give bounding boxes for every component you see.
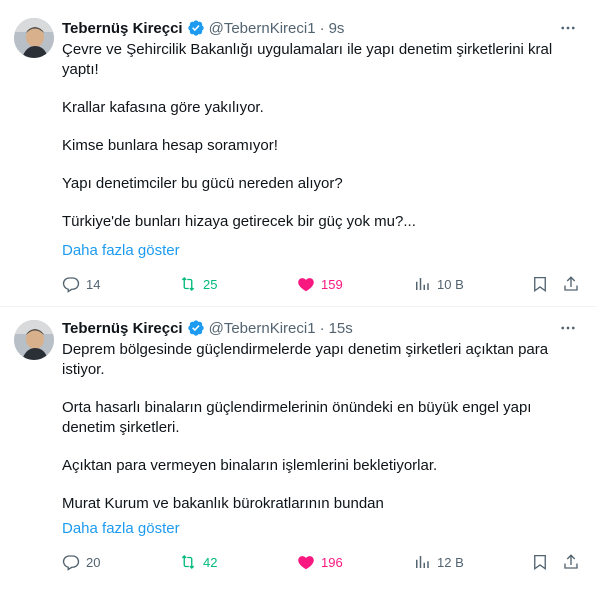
tweet-header: Tebernüş Kireçci @TebernKireci1 · 9s — [62, 18, 344, 38]
tweet[interactable]: Tebernüş Kireçci @TebernKireci1 · 9s Çev… — [0, 0, 596, 306]
verified-icon — [187, 319, 205, 337]
author-handle[interactable]: @TebernKireci1 — [209, 20, 316, 37]
bookmark-icon — [534, 554, 546, 571]
avatar[interactable] — [14, 18, 54, 58]
text-line: Krallar kafasına göre yakılıyor. — [62, 99, 264, 116]
text-line: Açıktan para vermeyen binaların işlemler… — [62, 457, 438, 474]
views-icon — [416, 556, 429, 568]
verified-icon — [187, 19, 205, 37]
views-button[interactable]: 12 B — [413, 552, 464, 572]
reply-count: 14 — [86, 276, 101, 292]
like-count: 196 — [321, 554, 343, 570]
tweet-text: Çevre ve Şehircilik Bakanlığı uygulamala… — [62, 40, 572, 232]
tweet-header: Tebernüş Kireçci @TebernKireci1 · 15s — [62, 318, 353, 338]
text-line: denetim şirketleri. — [62, 419, 180, 436]
text-line: Murat Kurum ve bakanlık bürokratlarının … — [62, 495, 384, 512]
retweet-button[interactable]: 25 — [179, 274, 217, 294]
text-line: Çevre ve Şehircilik Bakanlığı uygulamala… — [62, 41, 553, 58]
share-button[interactable] — [562, 552, 586, 572]
show-more-link[interactable]: Daha fazla göster — [62, 520, 180, 537]
views-icon — [416, 278, 429, 290]
author-name[interactable]: Tebernüş Kireçci — [62, 20, 183, 37]
bookmark-button[interactable] — [531, 552, 555, 572]
timestamp[interactable]: 9s — [329, 20, 345, 37]
retweet-count: 42 — [203, 554, 218, 570]
tweet-actions: 14 25 159 10 B — [62, 274, 582, 294]
text-line: Türkiye'de bunları hizaya getirecek bir … — [62, 213, 416, 230]
reply-icon — [62, 555, 80, 571]
views-count: 12 B — [437, 554, 464, 570]
like-icon — [298, 556, 314, 570]
share-icon — [564, 554, 578, 569]
text-line: Yapı denetimciler bu gücü nereden alıyor… — [62, 175, 343, 192]
views-button[interactable]: 10 B — [413, 274, 464, 294]
author-handle[interactable]: @TebernKireci1 — [209, 320, 316, 337]
like-icon — [298, 278, 314, 292]
separator-dot: · — [319, 19, 325, 37]
like-button[interactable]: 196 — [297, 552, 343, 572]
like-button[interactable]: 159 — [297, 274, 343, 294]
share-button[interactable] — [562, 274, 586, 294]
retweet-button[interactable]: 42 — [179, 552, 217, 572]
retweet-count: 25 — [203, 276, 218, 292]
more-icon[interactable] — [558, 318, 578, 338]
text-line: yaptı! — [62, 61, 99, 78]
text-line: Orta hasarlı binaların güçlendirmelerini… — [62, 399, 532, 416]
timestamp[interactable]: 15s — [329, 320, 353, 337]
text-line: Kimse bunlara hesap soramıyor! — [62, 137, 278, 154]
avatar[interactable] — [14, 320, 54, 360]
reply-count: 20 — [86, 554, 101, 570]
author-name[interactable]: Tebernüş Kireçci — [62, 320, 183, 337]
text-line: Deprem bölgesinde güçlendirmelerde yapı … — [62, 341, 549, 358]
text-line: istiyor. — [62, 361, 105, 378]
retweet-icon — [181, 277, 195, 291]
bookmark-icon — [534, 276, 546, 293]
share-icon — [564, 276, 578, 291]
retweet-icon — [181, 555, 195, 569]
reply-button[interactable]: 14 — [62, 274, 100, 294]
more-icon[interactable] — [558, 18, 578, 38]
reply-button[interactable]: 20 — [62, 552, 100, 572]
tweet-text: Deprem bölgesinde güçlendirmelerde yapı … — [62, 340, 572, 514]
reply-icon — [62, 277, 80, 293]
like-count: 159 — [321, 276, 343, 292]
separator-dot: · — [319, 319, 325, 337]
show-more-link[interactable]: Daha fazla göster — [62, 242, 180, 259]
tweet[interactable]: Tebernüş Kireçci @TebernKireci1 · 15s De… — [0, 306, 596, 593]
views-count: 10 B — [437, 276, 464, 292]
bookmark-button[interactable] — [531, 274, 555, 294]
tweet-actions: 20 42 196 12 B — [62, 552, 582, 572]
